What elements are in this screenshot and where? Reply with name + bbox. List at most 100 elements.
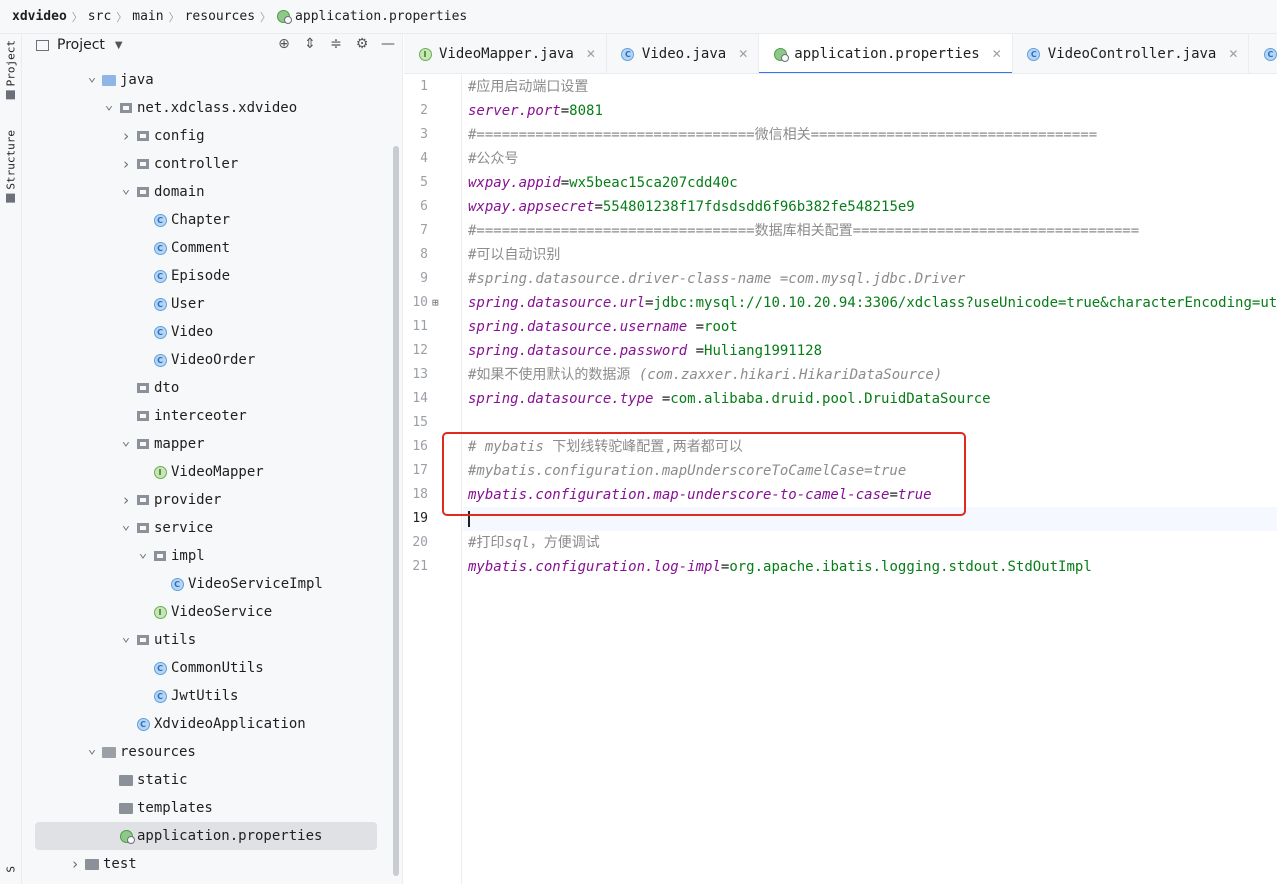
chevron-down-icon[interactable]: ⌄ [119,517,133,533]
close-icon[interactable]: ✕ [1228,47,1238,61]
code-token: spring.datasource.username [468,319,688,335]
editor-tab[interactable]: CM [1249,34,1277,73]
tree-item[interactable]: C Video [22,318,382,346]
tree-item[interactable]: › provider [22,486,382,514]
tool-window-strip: Project Structure S [0,34,22,884]
code-line[interactable]: spring.datasource.username =root [468,315,738,339]
tree-item-label: domain [154,184,205,200]
tree-item[interactable]: C XdvideoApplication [22,710,382,738]
chevron-down-icon[interactable]: ⌄ [119,433,133,449]
editor-tab[interactable]: I VideoMapper.java ✕ [404,34,607,73]
tree-item[interactable]: ⌄ utils [22,626,382,654]
package-icon [136,185,150,199]
gear-icon[interactable]: ⚙ [354,36,370,52]
breadcrumb-item[interactable]: main [132,9,163,24]
project-tool-tab[interactable]: Project [2,40,20,100]
code-line[interactable]: spring.datasource.url=jdbc:mysql://10.10… [468,291,1277,315]
code-line[interactable]: #=================================微信相关==… [468,123,1097,147]
code-line[interactable]: #spring.datasource.driver-class-name =co… [468,267,965,291]
editor-tab[interactable]: C Video.java ✕ [607,34,760,73]
project-tree-scrollbar[interactable] [393,146,399,876]
tree-item[interactable]: I VideoMapper [22,458,382,486]
code-token: spring.datasource.type [468,391,654,407]
breadcrumb-item[interactable]: src [88,9,111,24]
chevron-right-icon[interactable]: › [68,855,82,873]
tree-item[interactable]: C Episode [22,262,382,290]
tree-item[interactable]: ⌄ service [22,514,382,542]
interface-icon: I [153,605,167,619]
tree-item[interactable]: C VideoOrder [22,346,382,374]
chevron-right-icon[interactable]: › [119,491,133,509]
tree-item[interactable]: interceoter [22,402,382,430]
tree-item[interactable]: C User [22,290,382,318]
tree-item[interactable]: › config [22,122,382,150]
datasource-gutter-icon[interactable]: ⊞ [432,291,439,315]
code-line[interactable]: #如果不使用默认的数据源 (com.zaxxer.hikari.HikariDa… [468,363,942,387]
tree-item[interactable]: C Chapter [22,206,382,234]
breadcrumb-item[interactable]: xdvideo [12,9,67,24]
code-line[interactable]: mybatis.configuration.log-impl=org.apach… [468,555,1092,579]
code-token: wxpay.appsecret [468,199,595,215]
tree-item[interactable]: C JwtUtils [22,682,382,710]
code-editor[interactable]: ⊞ 1 2 3 4 5 6 7 8 9 10 11 12 13 14 15 16 17 18 19 20 21 #应用启… [404,75,1277,884]
expand-all-icon[interactable]: ⇕ [302,36,318,52]
tree-item[interactable]: C Comment [22,234,382,262]
tree-item-label: VideoMapper [171,464,264,480]
code-line[interactable]: wxpay.appid=wx5beac15ca207cdd40c [468,171,738,195]
chevron-down-icon[interactable]: ⌄ [85,741,99,757]
tree-item[interactable]: I VideoService [22,598,382,626]
close-icon[interactable]: ✕ [586,47,596,61]
tree-item[interactable]: › controller [22,150,382,178]
breadcrumb-item[interactable]: application.properties [295,9,467,24]
code-token: com.alibaba.druid.pool.DruidDataSource [670,391,991,407]
code-token: = [560,175,570,191]
close-icon[interactable]: ✕ [992,47,1002,61]
project-panel-title[interactable]: Project [57,37,105,53]
breadcrumb-item[interactable]: resources [185,9,255,24]
code-line[interactable]: #应用启动端口设置 [468,75,588,99]
code-line[interactable]: server.port=8081 [468,99,603,123]
chevron-right-icon[interactable]: › [119,155,133,173]
code-line[interactable]: spring.datasource.type =com.alibaba.drui… [468,387,991,411]
tree-item[interactable]: dto [22,374,382,402]
tree-item[interactable]: ⌄ java [22,66,382,94]
chevron-down-icon[interactable]: ▼ [115,40,123,51]
line-number: 1 [420,79,428,94]
structure-tool-tab[interactable]: Structure [2,130,20,203]
tree-item[interactable]: ⌄ domain [22,178,382,206]
editor-tab[interactable]: application.properties ✕ [759,34,1013,73]
code-line[interactable]: #打印sql，方便调试 [468,531,600,555]
code-line[interactable]: #可以自动识别 [468,243,560,267]
code-line[interactable]: wxpay.appsecret=554801238f17fdsdsdd6f96b… [468,195,915,219]
collapse-all-icon[interactable]: ≑ [328,36,344,52]
chevron-down-icon[interactable]: ⌄ [102,97,116,113]
tree-item[interactable]: templates [22,794,382,822]
editor-tab[interactable]: C VideoController.java ✕ [1013,34,1250,73]
tree-item[interactable]: static [22,766,382,794]
chevron-down-icon[interactable]: ⌄ [119,181,133,197]
tree-item[interactable]: ⌄ mapper [22,430,382,458]
tree-item[interactable]: ⌄ net.xdclass.xdvideo [22,94,382,122]
tree-item[interactable]: › test [22,850,382,878]
code-token: = [687,319,705,335]
tree-item-label: net.xdclass.xdvideo [137,100,298,116]
chevron-right-icon[interactable]: › [119,127,133,145]
tree-item[interactable]: C CommonUtils [22,654,382,682]
code-line[interactable]: #公众号 [468,147,518,171]
locate-icon[interactable]: ⊕ [276,36,292,52]
tree-item[interactable]: ⌄ impl [22,542,382,570]
package-icon [136,409,150,423]
code-line[interactable]: #=================================数据库相关配… [468,219,1139,243]
close-icon[interactable]: ✕ [738,47,748,61]
chevron-down-icon[interactable]: ⌄ [119,629,133,645]
chevron-down-icon[interactable]: ⌄ [85,69,99,85]
minimize-icon[interactable]: — [380,36,396,52]
bottom-tool-tab[interactable]: S [2,866,20,873]
code-token: (com.zaxxer.hikari.HikariDataSource) [638,367,943,383]
editor-tab-label: Video.java [641,46,727,62]
tree-item[interactable]: application.properties [35,822,377,850]
chevron-down-icon[interactable]: ⌄ [136,545,150,561]
tree-item[interactable]: ⌄ resources [22,738,382,766]
code-line[interactable]: spring.datasource.password =Huliang19911… [468,339,822,363]
tree-item[interactable]: C VideoServiceImpl [22,570,382,598]
